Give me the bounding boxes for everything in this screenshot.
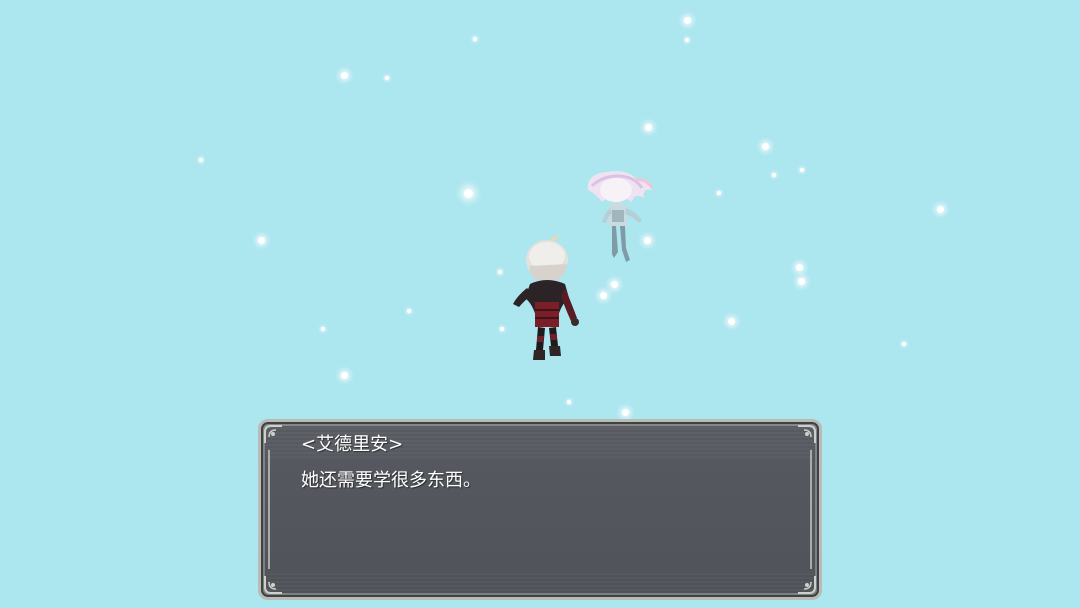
snow-particle bbox=[341, 372, 348, 379]
snow-particle bbox=[258, 237, 265, 244]
snow-particle bbox=[498, 270, 502, 274]
snow-particle bbox=[567, 400, 571, 404]
snow-particle bbox=[937, 206, 944, 213]
snow-particle bbox=[464, 189, 473, 198]
spirit-character-sprite[interactable] bbox=[582, 168, 654, 268]
corner-ornament-icon bbox=[798, 576, 816, 594]
snow-particle bbox=[902, 342, 906, 346]
hero-character-sprite[interactable] bbox=[505, 232, 585, 372]
snow-particle bbox=[600, 292, 607, 299]
snow-particle bbox=[473, 37, 477, 41]
snow-particle bbox=[796, 264, 803, 271]
snow-particle bbox=[407, 309, 411, 313]
snow-particle bbox=[772, 173, 776, 177]
corner-ornament-icon bbox=[798, 425, 816, 443]
dialogue-box[interactable]: <艾德里安> 她还需要学很多东西。 bbox=[258, 419, 822, 600]
snow-particle bbox=[800, 168, 804, 172]
snow-particle bbox=[685, 38, 689, 42]
snow-particle bbox=[728, 318, 735, 325]
snow-particle bbox=[622, 409, 629, 416]
snow-particle bbox=[199, 158, 203, 162]
dialogue-footer-band bbox=[267, 573, 813, 591]
dialogue-frame-left-rule bbox=[268, 450, 270, 569]
snow-particle bbox=[762, 143, 769, 150]
snow-particle bbox=[684, 17, 691, 24]
corner-ornament-icon bbox=[264, 576, 282, 594]
dialogue-frame-right-rule bbox=[810, 450, 812, 569]
dialogue-speaker-name: <艾德里安> bbox=[301, 434, 404, 455]
snow-particle bbox=[341, 72, 348, 79]
snow-particle bbox=[385, 76, 389, 80]
snow-particle bbox=[645, 124, 652, 131]
snow-particle bbox=[611, 281, 618, 288]
game-scene[interactable]: <艾德里安> 她还需要学很多东西。 bbox=[0, 0, 1080, 608]
snow-particle bbox=[500, 327, 504, 331]
corner-ornament-icon bbox=[264, 425, 282, 443]
snow-particle bbox=[321, 327, 325, 331]
snow-particle bbox=[798, 278, 805, 285]
snow-particle bbox=[717, 191, 721, 195]
dialogue-text: 她还需要学很多东西。 bbox=[301, 470, 481, 491]
